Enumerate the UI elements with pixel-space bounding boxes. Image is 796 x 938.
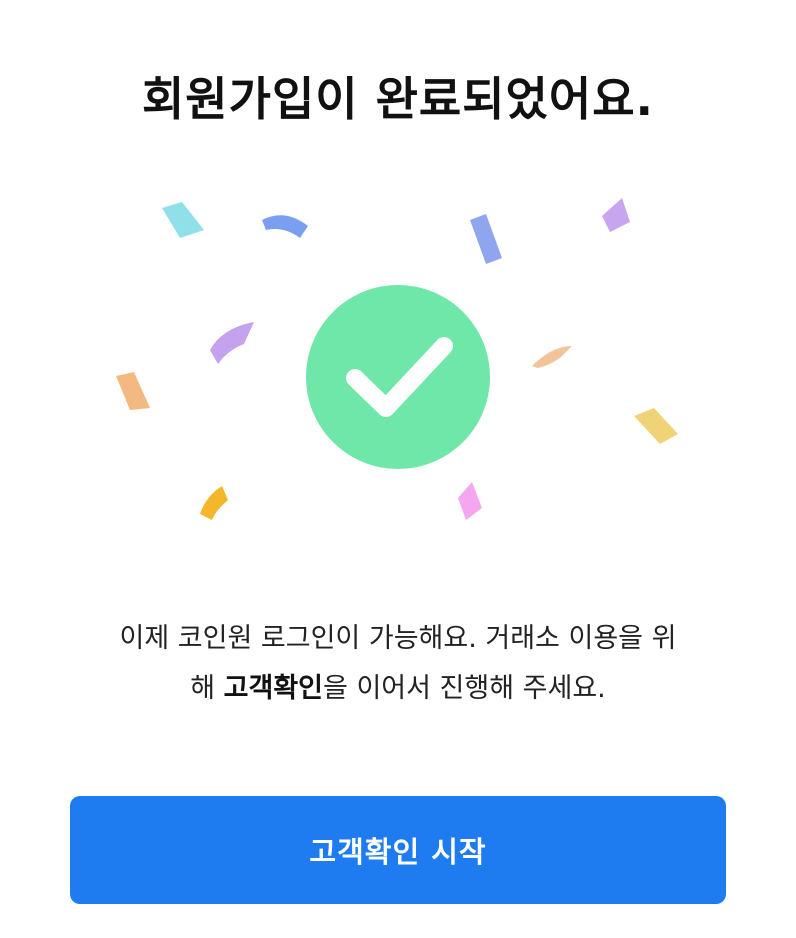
confetti-piece (470, 214, 502, 264)
page-title: 회원가입이 완료되었어요. (141, 71, 654, 126)
confetti-piece (458, 482, 482, 520)
confetti-piece (210, 322, 254, 364)
check-circle-icon (306, 285, 490, 469)
celebration-illustration (0, 180, 796, 540)
confetti-piece (162, 202, 204, 238)
confetti-piece (116, 372, 150, 410)
confetti-piece (634, 408, 678, 444)
message-line-2: 해 고객확인을 이어서 진행해 주세요. (40, 664, 756, 714)
confetti-piece (602, 198, 630, 232)
message-emphasis: 고객확인 (223, 673, 324, 704)
confetti-piece (200, 486, 228, 520)
message-line-1: 이제 코인원 로그인이 가능해요. 거래소 이용을 위 (119, 623, 677, 654)
confetti-piece (262, 215, 308, 238)
message-line-2-prefix: 해 (190, 673, 224, 704)
confetti-piece (532, 346, 572, 368)
message-line-2-suffix: 을 이어서 진행해 주세요. (323, 673, 606, 704)
start-verification-button[interactable]: 고객확인 시작 (70, 796, 726, 904)
info-message: 이제 코인원 로그인이 가능해요. 거래소 이용을 위 해 고객확인을 이어서 … (40, 614, 756, 714)
